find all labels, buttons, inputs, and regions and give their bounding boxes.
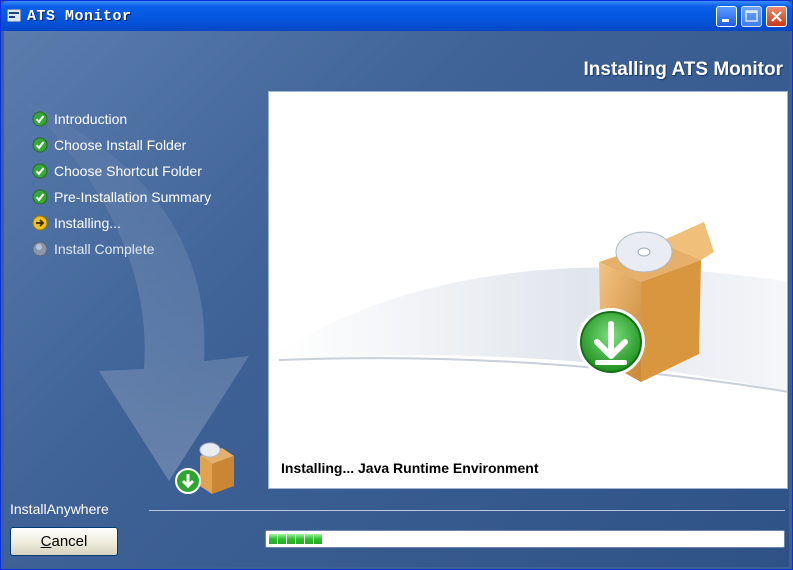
step-label: Install Complete	[54, 241, 155, 257]
minimize-icon	[722, 19, 729, 22]
maximize-icon	[745, 10, 758, 22]
step-item-pending: Install Complete	[32, 236, 211, 262]
install-progress-bar	[265, 530, 785, 548]
step-label: Choose Install Folder	[54, 137, 187, 153]
close-button[interactable]	[766, 6, 787, 27]
check-circle-icon	[32, 111, 48, 127]
progress-block	[278, 534, 286, 544]
arrow-right-circle-icon	[32, 215, 48, 231]
progress-block	[314, 534, 322, 544]
progress-block	[287, 534, 295, 544]
step-label: Introduction	[54, 111, 128, 127]
brand-label: InstallAnywhere	[10, 501, 109, 517]
progress-block	[296, 534, 304, 544]
step-item: Pre-Installation Summary	[32, 184, 211, 210]
step-item: Introduction	[32, 106, 211, 132]
step-list: Introduction Choose Install Folder Choos…	[32, 106, 211, 262]
install-illustration	[278, 222, 787, 393]
step-label: Pre-Installation Summary	[54, 189, 212, 205]
cancel-button[interactable]: Cancel	[10, 527, 118, 556]
minimize-button[interactable]	[716, 6, 737, 27]
install-status-text: Installing... Java Runtime Environment	[281, 460, 539, 476]
check-circle-icon	[32, 189, 48, 205]
title-bar[interactable]: ATS Monitor	[1, 1, 792, 31]
step-label: Choose Shortcut Folder	[54, 163, 202, 179]
step-item: Choose Shortcut Folder	[32, 158, 211, 184]
check-circle-icon	[32, 163, 48, 179]
close-icon	[771, 11, 782, 22]
footer-divider	[149, 510, 785, 511]
page-title: Installing ATS Monitor	[583, 59, 783, 80]
check-circle-icon	[32, 137, 48, 153]
empty-circle-icon	[32, 241, 48, 257]
cancel-label: Cancel	[40, 533, 88, 550]
maximize-button[interactable]	[741, 6, 762, 27]
window-title: ATS Monitor	[27, 8, 132, 25]
installer-logo-icon	[175, 442, 234, 494]
installer-body: Installing ATS Monitor Introduction Choo…	[4, 31, 789, 567]
app-icon	[7, 9, 21, 22]
progress-block	[305, 534, 313, 544]
step-item: Choose Install Folder	[32, 132, 211, 158]
progress-fill	[269, 534, 322, 544]
step-item-current: Installing...	[32, 210, 211, 236]
installer-window: ATS Monitor Installing ATS Monitor Intro…	[0, 0, 793, 570]
content-panel: Installing... Java Runtime Environment	[268, 91, 788, 489]
step-label: Installing...	[54, 215, 121, 231]
progress-block	[269, 534, 277, 544]
